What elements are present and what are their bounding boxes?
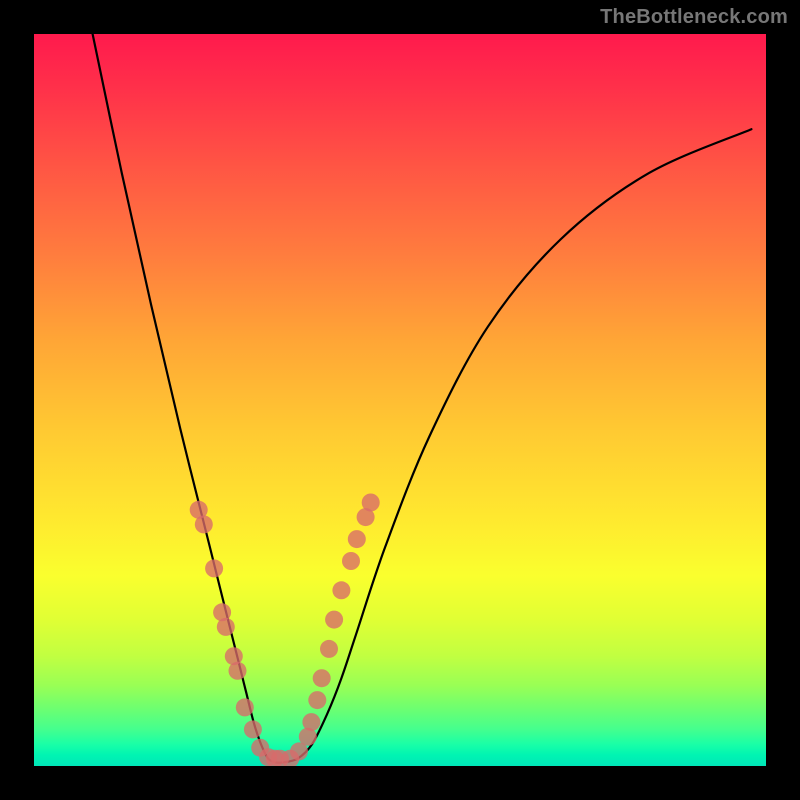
data-marker xyxy=(362,494,380,512)
markers-right-group xyxy=(281,494,380,767)
data-marker xyxy=(313,669,331,687)
watermark-text: TheBottleneck.com xyxy=(600,6,788,29)
data-marker xyxy=(320,640,338,658)
chart-svg xyxy=(34,34,766,766)
data-marker xyxy=(205,559,223,577)
chart-frame: TheBottleneck.com xyxy=(0,0,800,800)
markers-left-group xyxy=(190,501,289,766)
data-marker xyxy=(236,698,254,716)
data-marker xyxy=(348,530,366,548)
data-marker xyxy=(244,720,262,738)
data-marker xyxy=(332,581,350,599)
data-marker xyxy=(217,618,235,636)
data-marker xyxy=(308,691,326,709)
data-marker xyxy=(342,552,360,570)
data-marker xyxy=(195,515,213,533)
data-marker xyxy=(229,662,247,680)
plot-area xyxy=(34,34,766,766)
data-marker xyxy=(325,611,343,629)
data-marker xyxy=(302,713,320,731)
bottleneck-curve-line xyxy=(93,34,752,763)
